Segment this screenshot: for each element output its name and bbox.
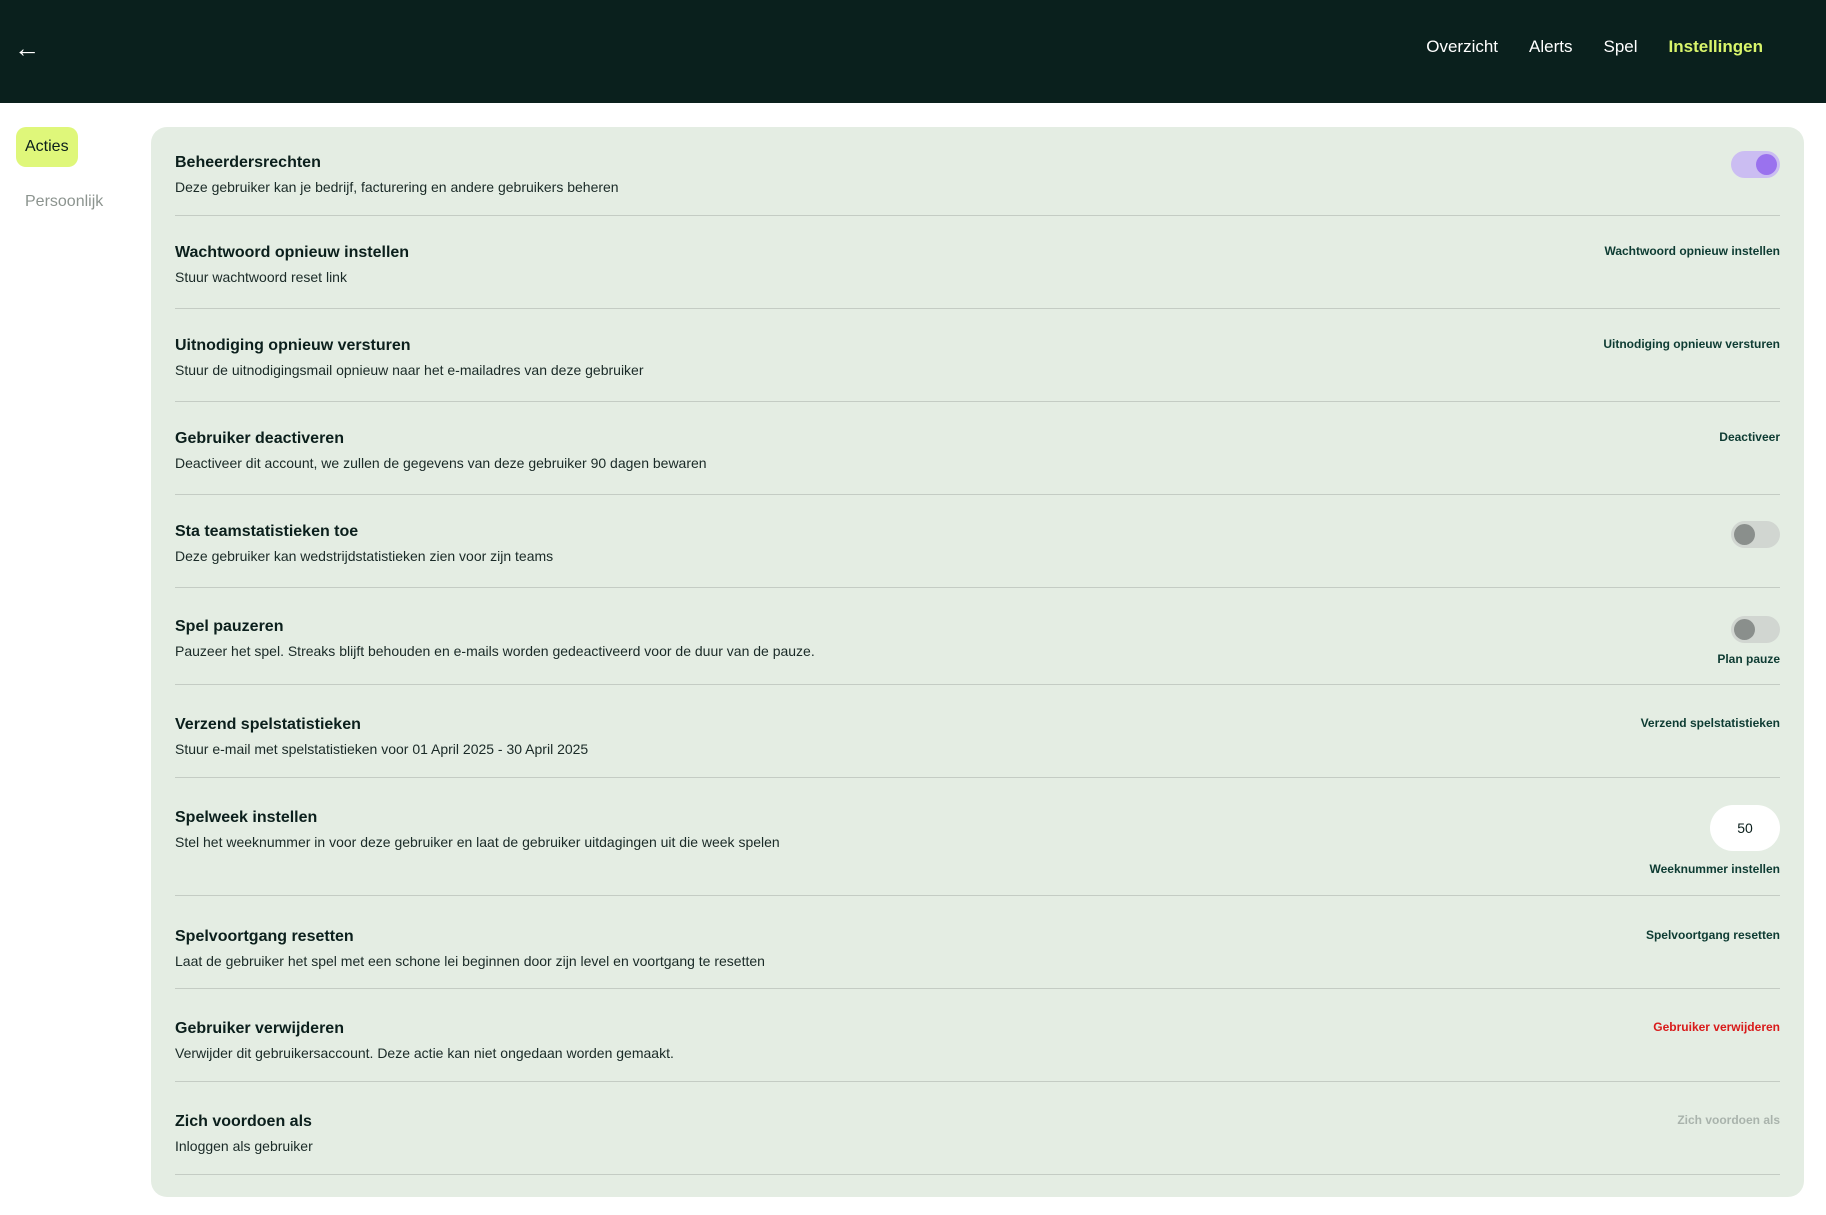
top-nav: Overzicht Alerts Spel Instellingen [1426,34,1763,60]
setting-title: Spelvoortgang resetten [175,928,354,945]
nav-spel[interactable]: Spel [1604,34,1638,60]
setting-title: Verzend spelstatistieken [175,716,361,733]
reset-password-button[interactable]: Wachtwoord opnieuw instellen [1604,244,1780,258]
setting-description: Stuur de uitnodigingsmail opnieuw naar h… [175,362,644,378]
setting-description: Stuur wachtwoord reset link [175,269,347,285]
send-game-stats-button[interactable]: Verzend spelstatistieken [1641,716,1780,730]
resend-invite-button[interactable]: Uitnodiging opnieuw versturen [1603,337,1780,351]
setting-row-delete-user: Gebruiker verwijderen Verwijder dit gebr… [175,989,1780,1082]
delete-user-button[interactable]: Gebruiker verwijderen [1653,1020,1780,1034]
setting-description: Verwijder dit gebruikersaccount. Deze ac… [175,1045,674,1061]
setting-title: Gebruiker verwijderen [175,1020,344,1037]
pause-game-toggle[interactable] [1731,616,1780,643]
setting-row-game-week: Spelweek instellen Stel het weeknummer i… [175,778,1780,896]
admin-rights-toggle[interactable] [1731,151,1780,178]
week-number-input[interactable] [1710,805,1780,851]
setting-row-admin-rights: Beheerdersrechten Deze gebruiker kan je … [175,127,1780,216]
setting-row-resend-invite: Uitnodiging opnieuw versturen Stuur de u… [175,309,1780,402]
setting-row-reset-password: Wachtwoord opnieuw instellen Stuur wacht… [175,216,1780,309]
setting-row-reset-progress: Spelvoortgang resetten Laat de gebruiker… [175,896,1780,989]
deactivate-button[interactable]: Deactiveer [1719,430,1780,444]
arrow-left-icon[interactable]: ← [14,30,40,66]
setting-title: Wachtwoord opnieuw instellen [175,244,410,261]
impersonate-button: Zich voordoen als [1677,1113,1780,1127]
setting-description: Deze gebruiker kan wedstrijdstatistieken… [175,548,554,564]
toggle-knob [1734,619,1755,640]
nav-overzicht[interactable]: Overzicht [1426,34,1498,60]
toggle-knob [1734,524,1755,545]
setting-row-send-game-stats: Verzend spelstatistieken Stuur e-mail me… [175,685,1780,778]
setting-row-pause-game: Spel pauzeren Pauzeer het spel. Streaks … [175,588,1780,685]
setting-row-team-stats: Sta teamstatistieken toe Deze gebruiker … [175,495,1780,588]
team-stats-toggle[interactable] [1731,521,1780,548]
nav-instellingen[interactable]: Instellingen [1669,34,1763,60]
sidebar-item-acties[interactable]: Acties [16,127,78,167]
setting-row-deactivate-user: Gebruiker deactiveren Deactiveer dit acc… [175,402,1780,495]
setting-description: Inloggen als gebruiker [175,1138,313,1154]
sidebar: Acties Persoonlijk [16,127,148,221]
setting-title: Beheerdersrechten [175,154,321,171]
setting-description: Stuur e-mail met spelstatistieken voor 0… [175,741,589,757]
setting-title: Spelweek instellen [175,809,318,826]
set-week-number-button[interactable]: Weeknummer instellen [1650,862,1781,876]
setting-description: Deze gebruiker kan je bedrijf, factureri… [175,179,619,195]
setting-title: Zich voordoen als [175,1113,312,1130]
setting-description: Laat de gebruiker het spel met een schon… [175,953,765,969]
setting-title: Gebruiker deactiveren [175,430,344,447]
plan-pause-button[interactable]: Plan pauze [1717,652,1780,666]
setting-description: Pauzeer het spel. Streaks blijft behoude… [175,643,815,659]
nav-alerts[interactable]: Alerts [1529,34,1572,60]
setting-title: Spel pauzeren [175,618,284,635]
setting-title: Sta teamstatistieken toe [175,523,359,540]
setting-row-impersonate: Zich voordoen als Inloggen als gebruiker… [175,1082,1780,1175]
setting-description: Deactiveer dit account, we zullen de geg… [175,455,707,471]
toggle-knob [1756,154,1777,175]
top-bar: ← Overzicht Alerts Spel Instellingen [0,0,1826,103]
sidebar-item-persoonlijk[interactable]: Persoonlijk [17,183,111,221]
setting-description: Stel het weeknummer in voor deze gebruik… [175,834,780,850]
reset-progress-button[interactable]: Spelvoortgang resetten [1646,928,1780,942]
setting-title: Uitnodiging opnieuw versturen [175,337,411,354]
settings-panel: Beheerdersrechten Deze gebruiker kan je … [151,127,1804,1197]
